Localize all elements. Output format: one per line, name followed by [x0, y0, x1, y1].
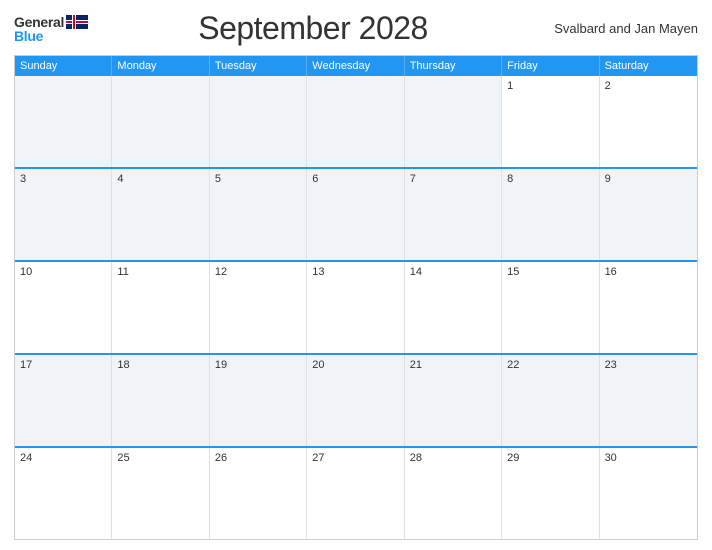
cell-23: 23 — [600, 355, 697, 446]
cell-22: 22 — [502, 355, 599, 446]
calendar: Sunday Monday Tuesday Wednesday Thursday… — [14, 55, 698, 540]
cell-empty — [307, 76, 404, 167]
cell-5: 5 — [210, 169, 307, 260]
cell-14: 14 — [405, 262, 502, 353]
cell-4: 4 — [112, 169, 209, 260]
week-4: 17 18 19 20 21 22 23 — [15, 353, 697, 446]
cell-20: 20 — [307, 355, 404, 446]
week-3: 10 11 12 13 14 15 16 — [15, 260, 697, 353]
cell-9: 9 — [600, 169, 697, 260]
header: General Blue September 2028 Svalbard and… — [14, 10, 698, 47]
cell-13: 13 — [307, 262, 404, 353]
header-sunday: Sunday — [15, 56, 112, 76]
cell-19: 19 — [210, 355, 307, 446]
cell-30: 30 — [600, 448, 697, 539]
header-wednesday: Wednesday — [307, 56, 404, 76]
cell-27: 27 — [307, 448, 404, 539]
cell-15: 15 — [502, 262, 599, 353]
page: General Blue September 2028 Svalbard and… — [0, 0, 712, 550]
month-title: September 2028 — [88, 10, 538, 47]
calendar-header: Sunday Monday Tuesday Wednesday Thursday… — [15, 56, 697, 76]
cell-17: 17 — [15, 355, 112, 446]
header-tuesday: Tuesday — [210, 56, 307, 76]
cell-8: 8 — [502, 169, 599, 260]
cell-10: 10 — [15, 262, 112, 353]
cell-empty — [112, 76, 209, 167]
cell-18: 18 — [112, 355, 209, 446]
logo-flag-icon — [66, 15, 88, 29]
cell-16: 16 — [600, 262, 697, 353]
cell-21: 21 — [405, 355, 502, 446]
logo-general-text: General — [14, 15, 64, 29]
region-label: Svalbard and Jan Mayen — [538, 21, 698, 36]
header-saturday: Saturday — [600, 56, 697, 76]
calendar-body: 1 2 3 4 5 6 7 8 9 10 11 12 13 14 15 16 — [15, 76, 697, 539]
header-monday: Monday — [112, 56, 209, 76]
cell-12: 12 — [210, 262, 307, 353]
logo-blue-text: Blue — [14, 29, 43, 43]
cell-29: 29 — [502, 448, 599, 539]
week-2: 3 4 5 6 7 8 9 — [15, 167, 697, 260]
cell-11: 11 — [112, 262, 209, 353]
cell-empty — [405, 76, 502, 167]
header-friday: Friday — [502, 56, 599, 76]
cell-empty — [210, 76, 307, 167]
cell-3: 3 — [15, 169, 112, 260]
cell-6: 6 — [307, 169, 404, 260]
cell-2: 2 — [600, 76, 697, 167]
week-1: 1 2 — [15, 76, 697, 167]
cell-1: 1 — [502, 76, 599, 167]
logo: General Blue — [14, 15, 88, 43]
week-5: 24 25 26 27 28 29 30 — [15, 446, 697, 539]
cell-25: 25 — [112, 448, 209, 539]
cell-7: 7 — [405, 169, 502, 260]
cell-empty — [15, 76, 112, 167]
cell-24: 24 — [15, 448, 112, 539]
cell-28: 28 — [405, 448, 502, 539]
header-thursday: Thursday — [405, 56, 502, 76]
cell-26: 26 — [210, 448, 307, 539]
